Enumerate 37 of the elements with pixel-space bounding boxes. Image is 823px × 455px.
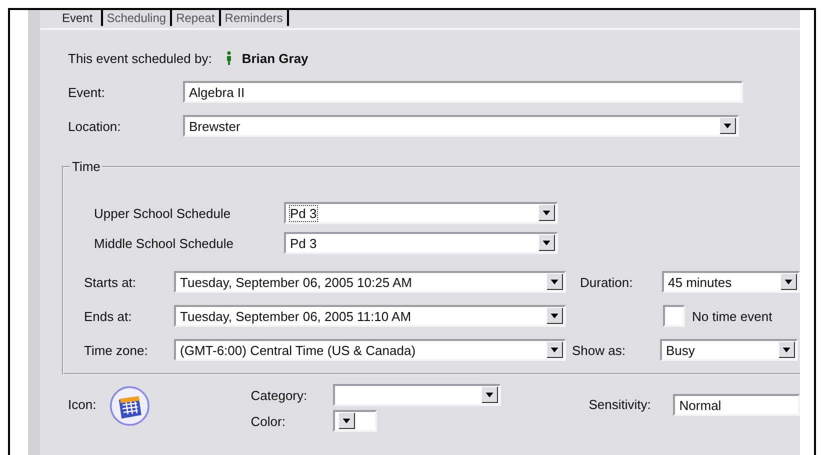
field-label: Category: [250, 388, 308, 402]
field-label: Middle School Schedule [94, 236, 234, 250]
calendar-icon[interactable] [109, 383, 151, 429]
field-label: Ends at: [84, 308, 133, 324]
field-label: Starts at: [84, 274, 138, 290]
field-label: Location: [68, 118, 122, 134]
start-dropdown[interactable]: Tuesday, September 06, 2005 10:25 AM [174, 271, 566, 293]
location-dropdown[interactable]: Brewster [183, 115, 739, 137]
end-dropdown[interactable]: Tuesday, September 06, 2005 11:10 AM [174, 305, 566, 327]
person-icon [224, 51, 233, 65]
schedule-dropdown[interactable]: Pd 3 [284, 202, 558, 224]
tab[interactable]: Reminders [220, 10, 289, 26]
field-label: Duration: [580, 274, 634, 290]
color-dropdown[interactable] [332, 410, 377, 432]
tab[interactable]: Scheduling [102, 10, 172, 26]
field-label: Show as: [572, 342, 626, 358]
field-label: Sensitivity: [588, 397, 652, 412]
show-as-dropdown[interactable]: Busy [660, 339, 798, 361]
group-title: Time [71, 159, 102, 174]
time-zone-dropdown[interactable]: (GMT-6:00) Central Time (US & Canada) [174, 339, 566, 361]
field-label: Icon: [68, 397, 98, 412]
checkbox-label: No time event [692, 308, 772, 324]
field-label: Upper School Schedule [94, 206, 232, 220]
sensitivity-field[interactable]: Normal [673, 394, 800, 416]
tab[interactable]: Repeat [172, 10, 221, 26]
tab[interactable]: Event [58, 10, 103, 26]
selected-value: Pd 3 [290, 206, 317, 220]
field-label: Time zone: [84, 342, 149, 358]
field-label: Event: [68, 84, 106, 100]
organizer-name: Brian Gray [242, 50, 308, 66]
event-field[interactable]: Algebra II [183, 81, 743, 103]
field-label: Color: [250, 414, 286, 428]
field-label: This event scheduled by: [68, 50, 212, 66]
selected-value: Pd 3 [290, 236, 317, 250]
checkbox[interactable] [663, 305, 685, 327]
schedule-dropdown[interactable]: Pd 3 [284, 232, 558, 254]
duration-dropdown[interactable]: 45 minutes [662, 271, 800, 293]
